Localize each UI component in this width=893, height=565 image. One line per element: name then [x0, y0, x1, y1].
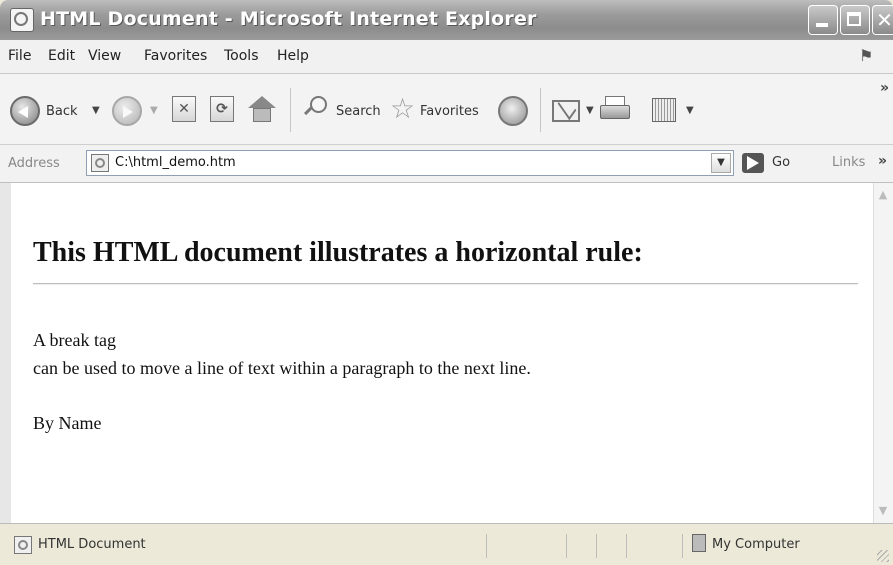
- document-signature: By Name: [33, 413, 102, 433]
- menu-help[interactable]: Help: [277, 48, 309, 64]
- favorites-button-label[interactable]: Favorites: [420, 104, 479, 119]
- address-value[interactable]: C:\html_demo.htm: [115, 155, 236, 170]
- refresh-icon[interactable]: ⟳: [210, 96, 234, 122]
- toolbar-overflow-icon[interactable]: »: [880, 80, 889, 96]
- status-divider: [486, 534, 487, 558]
- edit-dropdown-icon[interactable]: ▼: [686, 105, 694, 116]
- mail-dropdown-icon[interactable]: ▼: [586, 105, 594, 116]
- edit-icon[interactable]: [652, 98, 676, 122]
- security-zone-text: My Computer: [712, 537, 800, 552]
- document-line-2: can be used to move a line of text withi…: [33, 358, 531, 378]
- print-icon[interactable]: [600, 96, 630, 122]
- vertical-scrollbar[interactable]: ▲ ▼: [873, 183, 893, 523]
- links-label[interactable]: Links: [832, 155, 865, 170]
- standard-toolbar: Back ▼ ▼ ✕ ⟳ Search ☆ Favorites ▼ ▼ »: [0, 74, 893, 145]
- toolbar-separator: [290, 88, 291, 132]
- menu-bar: File Edit View Favorites Tools Help ⚑: [0, 40, 893, 74]
- mail-icon[interactable]: [552, 100, 580, 122]
- resize-grip[interactable]: [877, 550, 889, 562]
- close-button[interactable]: ✕: [872, 5, 893, 35]
- close-icon: ✕: [876, 8, 893, 32]
- go-button-label[interactable]: Go: [772, 155, 790, 170]
- window-left-frame: [0, 183, 11, 523]
- page-icon: [91, 154, 109, 172]
- address-label: Address: [8, 156, 60, 171]
- menu-file[interactable]: File: [8, 48, 31, 64]
- search-button-label[interactable]: Search: [336, 104, 381, 119]
- home-icon[interactable]: [248, 96, 276, 124]
- status-divider: [566, 534, 567, 558]
- media-icon[interactable]: [498, 96, 528, 126]
- ie-page-icon: [10, 8, 34, 32]
- my-computer-icon: [692, 534, 706, 552]
- title-bar[interactable]: HTML Document - Microsoft Internet Explo…: [0, 0, 893, 40]
- scroll-up-icon[interactable]: ▲: [876, 187, 890, 203]
- page-status-icon: [14, 536, 32, 554]
- status-divider: [626, 534, 627, 558]
- document-line-1: A break tag: [33, 330, 116, 350]
- menu-tools[interactable]: Tools: [224, 48, 259, 64]
- address-bar: Address C:\html_demo.htm ▼ Go Links »: [0, 145, 893, 183]
- status-bar: HTML Document My Computer: [0, 523, 893, 565]
- back-dropdown-icon[interactable]: ▼: [92, 105, 100, 116]
- scroll-down-icon[interactable]: ▼: [876, 503, 890, 519]
- ie-window: HTML Document - Microsoft Internet Explo…: [0, 0, 893, 565]
- horizontal-rule: [33, 283, 858, 285]
- status-divider: [682, 534, 683, 558]
- windows-logo-icon: ⚑: [859, 46, 874, 65]
- window-title: HTML Document - Microsoft Internet Explo…: [40, 8, 537, 30]
- links-overflow-icon[interactable]: »: [878, 153, 887, 169]
- back-button-label[interactable]: Back: [46, 104, 78, 119]
- page-content: This HTML document illustrates a horizon…: [11, 183, 873, 523]
- address-dropdown-icon[interactable]: ▼: [711, 153, 731, 173]
- go-arrow-icon[interactable]: [742, 153, 764, 173]
- forward-dropdown-icon[interactable]: ▼: [150, 105, 158, 116]
- toolbar-separator: [540, 88, 541, 132]
- menu-edit[interactable]: Edit: [48, 48, 75, 64]
- menu-view[interactable]: View: [88, 48, 121, 64]
- forward-arrow-icon[interactable]: [112, 96, 142, 126]
- status-text: HTML Document: [38, 537, 146, 552]
- back-arrow-icon[interactable]: [10, 96, 40, 126]
- maximize-button[interactable]: [840, 5, 870, 35]
- minimize-button[interactable]: [808, 5, 838, 35]
- status-divider: [596, 534, 597, 558]
- document-heading: This HTML document illustrates a horizon…: [33, 237, 643, 268]
- menu-favorites[interactable]: Favorites: [144, 48, 207, 64]
- stop-icon[interactable]: ✕: [172, 96, 196, 122]
- favorites-star-icon[interactable]: ☆: [390, 95, 418, 124]
- search-icon[interactable]: [304, 96, 330, 122]
- address-input[interactable]: C:\html_demo.htm ▼: [86, 150, 734, 176]
